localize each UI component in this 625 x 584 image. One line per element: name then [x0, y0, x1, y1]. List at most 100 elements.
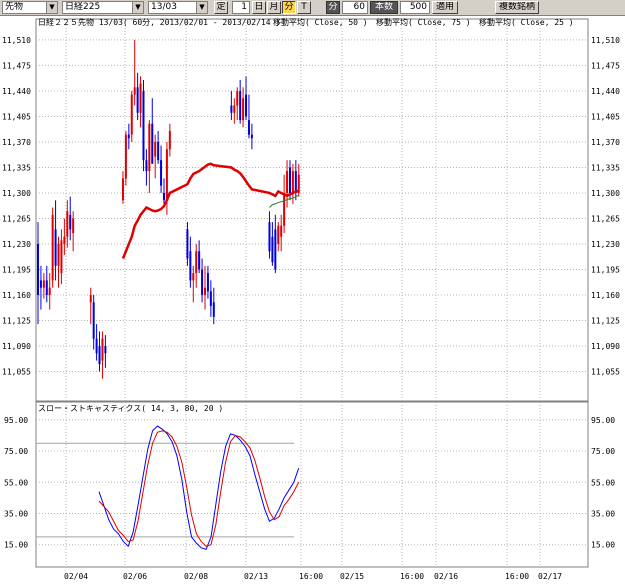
candle-body-down — [69, 214, 72, 230]
y-tick-label-right: 11,195 — [591, 265, 620, 274]
fixed-button[interactable]: 定 — [214, 1, 228, 14]
candle-body-down — [92, 302, 95, 339]
candle-body-up — [121, 178, 124, 201]
legend-item: 移動平均( Close, 75 ) — [376, 17, 471, 27]
daily-button[interactable]: 日 — [252, 1, 266, 14]
chevron-down-icon: ▼ — [196, 2, 207, 13]
stoch-tick-label-right: 55.00 — [591, 478, 615, 487]
candle-body-up — [277, 225, 280, 244]
toolbar: 先物 ▼ 日経225 ▼ 13/03 ▼ 定 1 日 月 分 T 分 60 本数… — [0, 0, 625, 16]
stoch-d-line — [98, 430, 300, 547]
candle-body-down — [288, 167, 291, 193]
candle-body-up — [139, 83, 142, 113]
candle-body-up — [165, 149, 168, 201]
stoch-panel-frame — [35, 401, 589, 568]
candle-body-up — [195, 251, 198, 274]
candle-body-down — [230, 105, 233, 113]
stoch-tick-label-left: 35.00 — [4, 509, 28, 518]
y-tick-label-right: 11,265 — [591, 214, 620, 223]
candle-body-down — [162, 192, 165, 201]
candle-body-down — [274, 229, 277, 270]
price-panel-frame — [35, 18, 589, 402]
instrument-select[interactable]: 日経225 ▼ — [62, 1, 144, 14]
candle-body-down — [271, 236, 274, 263]
candle-body-up — [291, 171, 294, 193]
stoch-tick-label-left: 75.00 — [4, 447, 28, 456]
y-tick-label-right: 11,300 — [591, 189, 620, 198]
y-tick-label-left: 11,125 — [2, 316, 31, 325]
y-tick-label-left: 11,195 — [2, 265, 31, 274]
candle-body-down — [189, 251, 192, 281]
instrument-type-select[interactable]: 先物 ▼ — [2, 1, 58, 14]
candle-body-up — [168, 131, 171, 150]
y-tick-label-right: 11,055 — [591, 367, 620, 376]
tick-button[interactable]: T — [297, 1, 311, 14]
contract-month-select[interactable]: 13/03 ▼ — [148, 1, 208, 14]
bars-label: 本数 — [370, 1, 398, 14]
candle-body-down — [212, 302, 215, 317]
chevron-down-icon: ▼ — [46, 2, 57, 13]
candle-body-down — [247, 120, 250, 135]
fixed-count-field[interactable]: 1 — [232, 1, 250, 14]
candle-body-down — [268, 222, 271, 252]
interval-label: 分 — [326, 1, 340, 14]
y-tick-label-left: 11,055 — [2, 367, 31, 376]
candle-body-down — [95, 338, 98, 354]
y-tick-label-right: 11,475 — [591, 61, 620, 70]
candle-body-up — [280, 225, 283, 237]
instrument-value: 日経225 — [65, 2, 101, 12]
x-tick-label: 16:00 — [505, 572, 529, 581]
multi-instrument-button[interactable]: 複数銘柄 — [495, 1, 539, 14]
y-tick-label-right: 11,230 — [591, 240, 620, 249]
stoch-tick-label-right: 75.00 — [591, 447, 615, 456]
y-tick-label-left: 11,230 — [2, 240, 31, 249]
y-tick-label-left: 11,405 — [2, 112, 31, 121]
x-tick-label: 02/15 — [340, 572, 364, 581]
y-tick-label-right: 11,370 — [591, 138, 620, 147]
candle-body-down — [157, 141, 160, 161]
y-tick-label-left: 11,160 — [2, 291, 31, 300]
y-tick-label-right: 11,125 — [591, 316, 620, 325]
y-tick-label-right: 11,335 — [591, 163, 620, 172]
candle-body-up — [89, 294, 92, 303]
y-tick-label-right: 11,160 — [591, 291, 620, 300]
minute-button[interactable]: 分 — [282, 1, 296, 14]
candle-body-up — [42, 280, 45, 288]
candle-body-up — [130, 94, 133, 135]
y-tick-label-left: 11,265 — [2, 214, 31, 223]
stoch-tick-label-right: 95.00 — [591, 416, 615, 425]
stoch-tick-label-right: 15.00 — [591, 541, 615, 550]
stoch-tick-label-right: 35.00 — [591, 509, 615, 518]
candle-body-up — [242, 98, 245, 121]
candle-body-up — [148, 123, 151, 172]
bars-field[interactable]: 500 — [400, 1, 430, 14]
candle-body-down — [151, 123, 154, 164]
candle-body-up — [204, 287, 207, 295]
apply-button[interactable]: 適用 — [432, 1, 458, 14]
candle-body-up — [192, 273, 195, 281]
x-tick-label: 02/04 — [64, 572, 88, 581]
monthly-button[interactable]: 月 — [267, 1, 281, 14]
candle-body-up — [60, 240, 63, 274]
candle-body-down — [206, 273, 209, 292]
candle-body-up — [66, 211, 69, 237]
instrument-type-value: 先物 — [5, 2, 24, 12]
chart-svg: 11,510 11,510 11,475 11,475 11,440 11,440 11,4… — [2, 17, 620, 581]
y-tick-label-right: 11,090 — [591, 342, 620, 351]
price-panel-title: 日経２２５先物 13/03( 60分, 2013/02/01 - 2013/02… — [38, 17, 280, 27]
x-tick-label: 02/08 — [184, 572, 208, 581]
y-tick-label-right: 11,405 — [591, 112, 620, 121]
y-tick-label-right: 11,440 — [591, 87, 620, 96]
candle-body-up — [283, 192, 286, 226]
x-tick-label: 02/16 — [434, 572, 458, 581]
y-tick-label-left: 11,335 — [2, 163, 31, 172]
candle-body-down — [198, 251, 201, 270]
y-tick-label-left: 11,300 — [2, 189, 31, 198]
stoch-k-line — [98, 425, 300, 551]
x-tick-label: 02/17 — [538, 572, 562, 581]
interval-field[interactable]: 60 — [342, 1, 368, 14]
candle-body-down — [250, 134, 253, 139]
candle-body-down — [37, 243, 39, 295]
y-tick-label-left: 11,475 — [2, 61, 31, 70]
x-tick-label: 16:00 — [400, 572, 424, 581]
